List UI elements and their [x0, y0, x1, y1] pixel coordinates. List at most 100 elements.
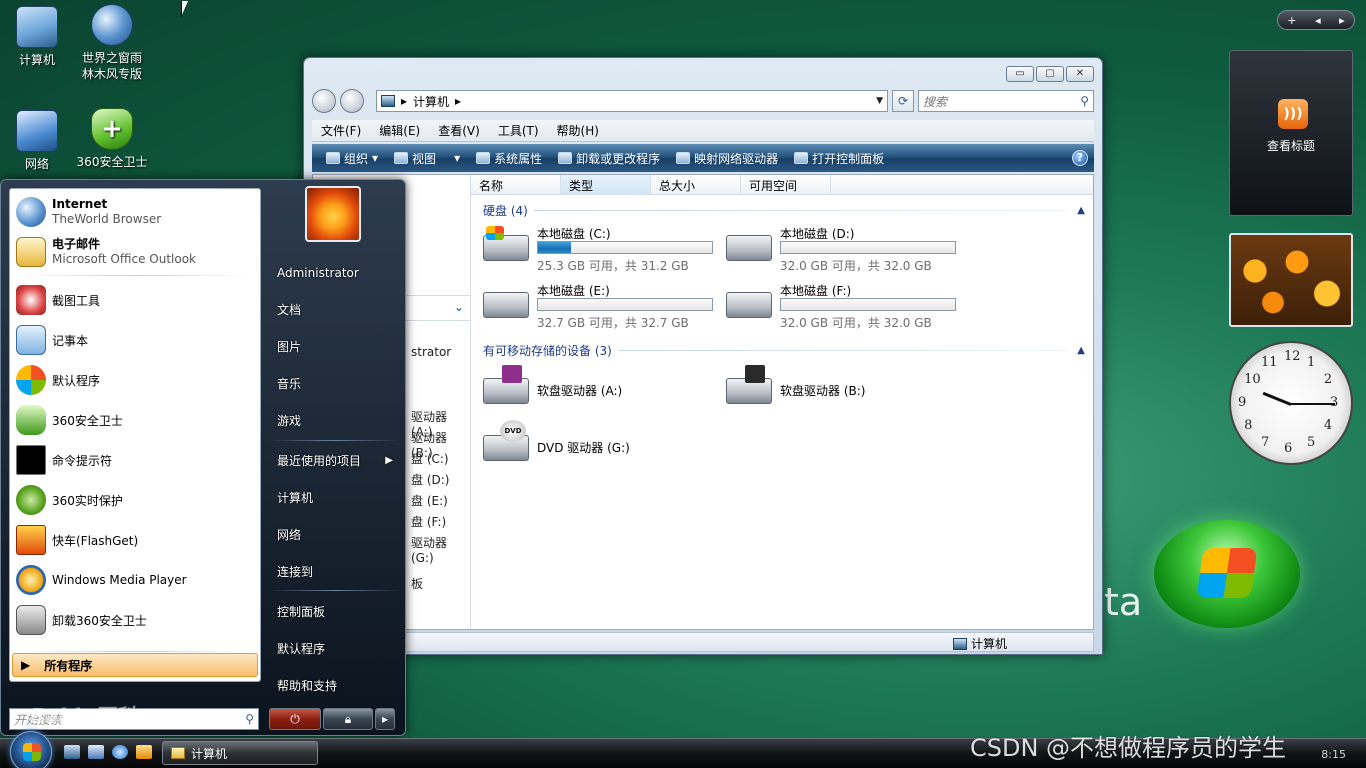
place-pictures[interactable]: 图片	[269, 331, 399, 361]
maximize-button[interactable]: ▢	[1036, 66, 1064, 82]
pinned-internet[interactable]: Internet TheWorld Browser	[14, 193, 256, 231]
program-snipping-tool[interactable]: 截图工具	[14, 281, 256, 319]
media-player-icon	[16, 565, 46, 595]
menu-file[interactable]: 文件(F)	[312, 122, 370, 139]
internet-explorer-icon[interactable]	[112, 745, 128, 759]
program-360-realtime[interactable]: 360实时保护	[14, 481, 256, 519]
slideshow-gadget[interactable]	[1229, 233, 1353, 327]
place-help-support[interactable]: 帮助和支持	[269, 670, 399, 700]
desktop-icon-theworld[interactable]: 世界之窗雨 林木风专版	[72, 4, 152, 82]
place-music[interactable]: 音乐	[269, 368, 399, 398]
drive-b[interactable]: 软盘驱动器 (B:)	[726, 365, 966, 418]
drive-d[interactable]: 本地磁盘 (D:) 32.0 GB 可用，共 32.0 GB	[726, 225, 966, 275]
group-hard-disks[interactable]: 硬盘 (4) ▲	[483, 201, 1085, 219]
place-network[interactable]: 网络	[269, 519, 399, 549]
help-icon[interactable]: ?	[1072, 150, 1088, 166]
column-name[interactable]: 名称	[471, 175, 561, 194]
chevron-right-icon: ▶	[385, 454, 393, 466]
nav-item[interactable]: 盘 (D:)	[411, 471, 449, 488]
start-menu[interactable]: Internet TheWorld Browser 电子邮件 Microsoft O…	[0, 179, 406, 736]
menu-help[interactable]: 帮助(H)	[548, 122, 608, 139]
search-icon[interactable]: ⚲	[245, 712, 254, 726]
nav-item[interactable]: 盘 (C:)	[411, 450, 449, 467]
nav-item[interactable]: 盘 (F:)	[411, 513, 446, 530]
minimize-button[interactable]: ▭	[1006, 66, 1034, 82]
menu-tools[interactable]: 工具(T)	[489, 122, 548, 139]
address-bar[interactable]: ▸ 计算机 ▸ ▼	[376, 90, 888, 112]
place-control-panel[interactable]: 控制面板	[269, 596, 399, 626]
place-documents[interactable]: 文档	[269, 294, 399, 324]
column-free-space[interactable]: 可用空间	[741, 175, 831, 194]
search-input[interactable]: 搜索 ⚲	[918, 90, 1094, 112]
nav-item[interactable]: 板	[411, 575, 423, 592]
chevron-down-icon[interactable]: ▼	[876, 96, 883, 106]
drive-a[interactable]: 软盘驱动器 (A:)	[483, 365, 723, 418]
refresh-button[interactable]: ⟳	[892, 90, 914, 112]
program-flashget[interactable]: 快车(FlashGet)	[14, 521, 256, 559]
group-removable[interactable]: 有可移动存储的设备 (3) ▲	[483, 341, 1085, 359]
desktop-icon-360[interactable]: + 360安全卫士	[72, 108, 152, 170]
start-button[interactable]	[10, 731, 52, 768]
all-programs-button[interactable]: ▶ 所有程序	[12, 653, 258, 677]
explorer-window[interactable]: ▭ ▢ ✕ ▸ 计算机 ▸ ▼ ⟳ 搜索 ⚲ 文件(F) 编辑(E) 查看(V)…	[303, 57, 1103, 655]
close-button[interactable]: ✕	[1066, 66, 1094, 82]
drive-c[interactable]: 本地磁盘 (C:) 25.3 GB 可用，共 31.2 GB	[483, 225, 723, 275]
drive-f[interactable]: 本地磁盘 (F:) 32.0 GB 可用，共 32.0 GB	[726, 282, 966, 332]
chevron-up-icon[interactable]: ▲	[1077, 345, 1085, 356]
media-player-icon[interactable]	[136, 745, 152, 759]
breadcrumb-separator-icon: ▸	[455, 94, 462, 108]
desktop-icon-network[interactable]: 网络	[0, 110, 77, 172]
system-properties-button[interactable]: 系统属性	[468, 150, 550, 167]
back-button[interactable]	[312, 89, 336, 113]
power-button[interactable]: ⏻	[269, 708, 321, 730]
previous-gadget-button[interactable]: ◂	[1315, 14, 1321, 27]
place-user[interactable]: Administrator	[269, 258, 399, 288]
program-default-programs[interactable]: 默认程序	[14, 361, 256, 399]
add-gadget-button[interactable]: +	[1287, 14, 1296, 27]
show-desktop-icon[interactable]	[64, 745, 80, 759]
program-uninstall-360[interactable]: 卸载360安全卫士	[14, 601, 256, 639]
hard-drive-system-icon	[483, 226, 529, 261]
menu-view[interactable]: 查看(V)	[429, 122, 489, 139]
place-connect-to[interactable]: 连接到	[269, 556, 399, 586]
place-computer[interactable]: 计算机	[269, 482, 399, 512]
system-clock[interactable]: 8:15	[1321, 748, 1346, 761]
nav-item[interactable]: 驱动器 (G:)	[411, 534, 470, 565]
uninstall-programs-button[interactable]: 卸载或更改程序	[550, 150, 668, 167]
views-button[interactable]: 视图 ▾	[386, 150, 468, 167]
column-total-size[interactable]: 总大小	[651, 175, 741, 194]
desktop-icon-computer[interactable]: 计算机	[0, 6, 77, 68]
program-360-safe[interactable]: 360安全卫士	[14, 401, 256, 439]
chevron-up-icon[interactable]: ▲	[1077, 205, 1085, 216]
next-gadget-button[interactable]: ▸	[1339, 14, 1345, 27]
feed-headlines-gadget[interactable]: ))) 查看标题	[1229, 50, 1353, 216]
forward-button[interactable]	[340, 89, 364, 113]
taskbar-button-label: 计算机	[191, 746, 228, 761]
program-cmd[interactable]: 命令提示符	[14, 441, 256, 479]
organize-button[interactable]: 组织 ▾	[318, 150, 386, 167]
pinned-email[interactable]: 电子邮件 Microsoft Office Outlook	[14, 233, 256, 271]
drive-g[interactable]: DVD 驱动器 (G:)	[483, 420, 723, 475]
place-recent-items[interactable]: 最近使用的项目 ▶	[269, 445, 399, 475]
map-network-drive-button[interactable]: 映射网络驱动器	[668, 150, 786, 167]
breadcrumb-computer[interactable]: 计算机	[413, 93, 449, 110]
place-default-programs[interactable]: 默认程序	[269, 633, 399, 663]
search-icon[interactable]: ⚲	[1080, 94, 1089, 108]
avatar[interactable]	[305, 186, 361, 242]
lock-button[interactable]: 🔒︎	[323, 708, 373, 730]
nav-item[interactable]: 盘 (E:)	[411, 492, 448, 509]
program-notepad[interactable]: 记事本	[14, 321, 256, 359]
menu-edit[interactable]: 编辑(E)	[370, 122, 429, 139]
place-games[interactable]: 游戏	[269, 405, 399, 435]
column-type[interactable]: 类型	[561, 175, 651, 194]
drive-e[interactable]: 本地磁盘 (E:) 32.7 GB 可用，共 32.7 GB	[483, 282, 723, 332]
power-options-button[interactable]: ▸	[375, 708, 395, 730]
program-wmp[interactable]: Windows Media Player	[14, 561, 256, 599]
open-control-panel-button[interactable]: 打开控制面板	[786, 150, 892, 167]
taskbar-button-computer[interactable]: 计算机	[162, 741, 318, 765]
chevron-down-icon[interactable]: ⌄	[454, 300, 464, 314]
switch-windows-icon[interactable]	[88, 745, 104, 759]
clock-gadget[interactable]: 121234567891011	[1229, 341, 1353, 465]
nav-item[interactable]: strator	[411, 345, 451, 359]
feed-view-headlines[interactable]: 查看标题	[1230, 137, 1352, 154]
